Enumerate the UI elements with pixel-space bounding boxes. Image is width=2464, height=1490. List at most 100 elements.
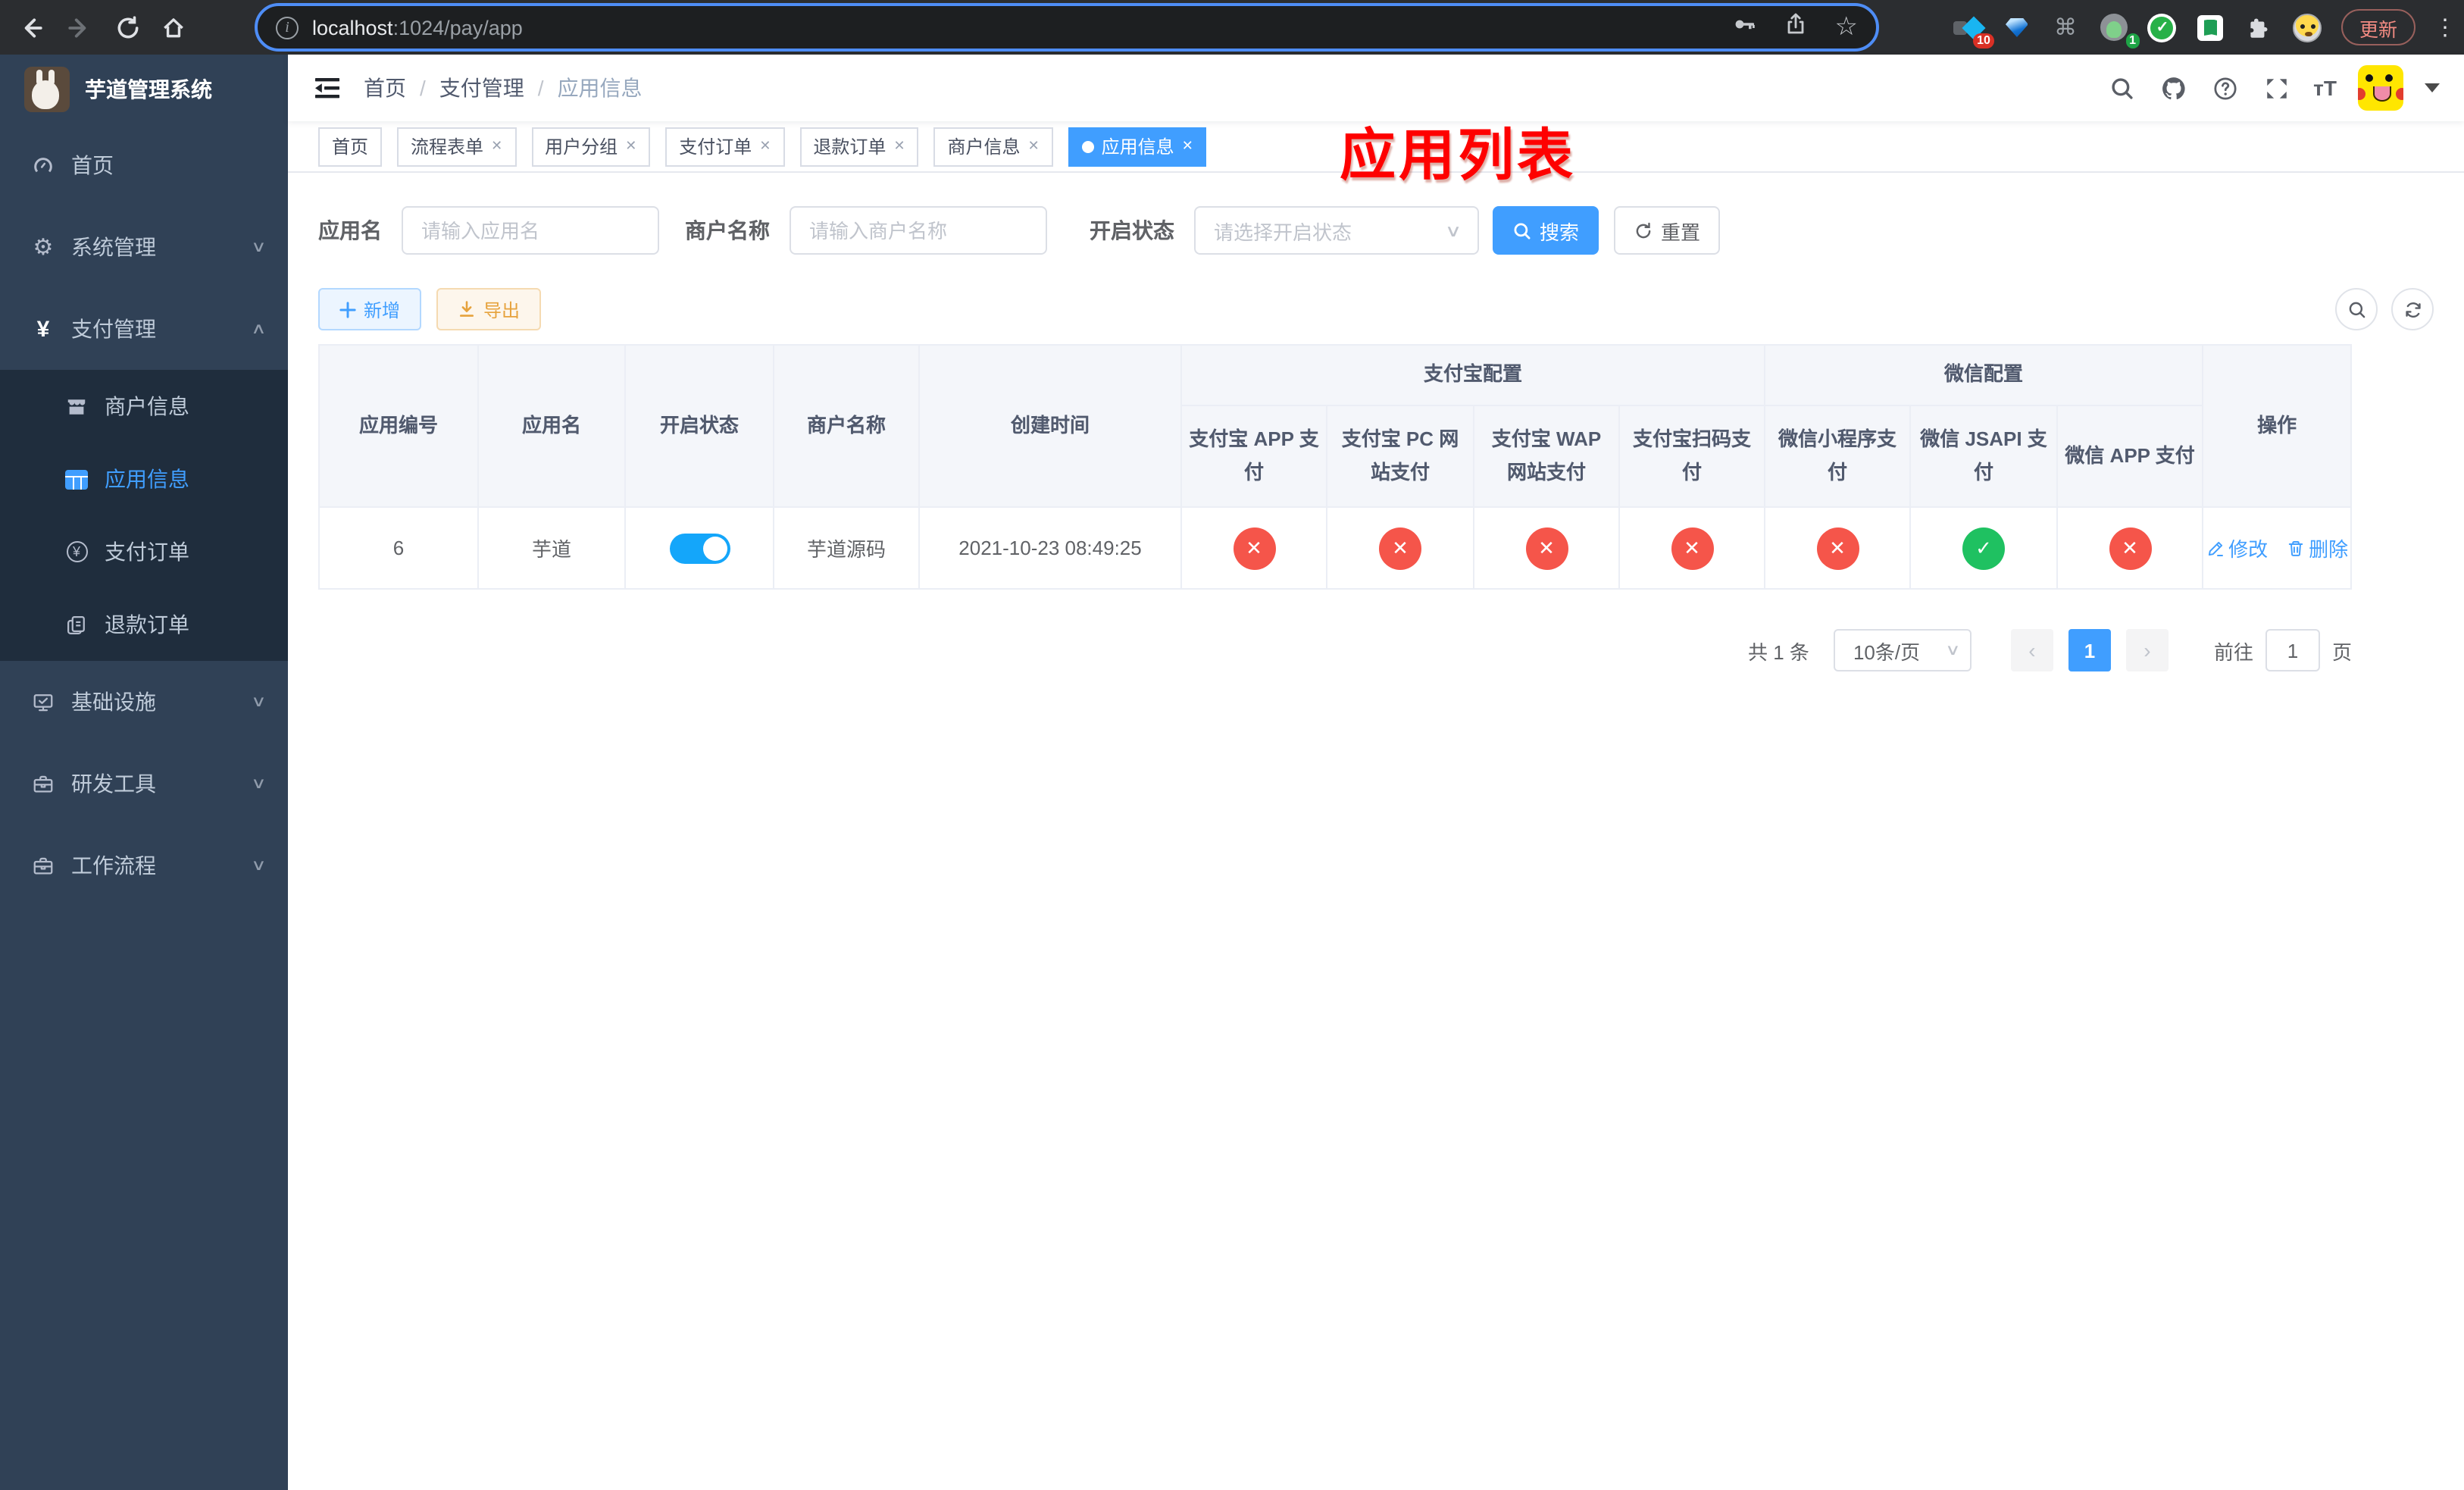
close-icon[interactable]: ✕ — [759, 138, 771, 155]
table-toolbar: 新增 导出 — [318, 288, 2434, 330]
extension-leaf-icon[interactable]: 1 — [2099, 12, 2140, 49]
app-title: 芋道管理系统 — [85, 77, 212, 102]
col-group-wechat: 微信配置 — [1764, 344, 2204, 406]
add-button-label: 新增 — [364, 299, 401, 321]
tab-user-group[interactable]: 用户分组 ✕ — [531, 127, 651, 166]
sidebar-item-label: 基础设施 — [71, 690, 156, 714]
alipay-pc-status-icon: ✕ — [1379, 527, 1421, 569]
sidebar-item-infrastructure[interactable]: 基础设施 ∨ — [0, 661, 288, 743]
page-number-1[interactable]: 1 — [2068, 629, 2111, 671]
extension-book-icon[interactable] — [2196, 12, 2226, 42]
prev-page-button[interactable]: ‹ — [2010, 629, 2053, 671]
tab-label: 应用信息 — [1101, 136, 1174, 158]
sidebar-item-pay-orders[interactable]: ¥ 支付订单 — [0, 515, 288, 588]
tab-label: 流程表单 — [411, 136, 484, 158]
sidebar-item-label: 支付订单 — [105, 540, 189, 564]
extension-check-icon[interactable]: ✓ — [2147, 12, 2178, 42]
close-icon[interactable]: ✕ — [491, 138, 502, 155]
delete-link[interactable]: 删除 — [2286, 534, 2348, 562]
refresh-button[interactable] — [2391, 288, 2434, 330]
col-status: 开启状态 — [624, 344, 774, 508]
browser-reload-icon[interactable] — [109, 9, 145, 45]
status-toggle[interactable] — [669, 533, 730, 563]
tab-label: 首页 — [332, 136, 369, 158]
merchant-name-input[interactable] — [790, 206, 1047, 255]
red-annotation-title: 应用列表 — [1340, 124, 1576, 186]
next-page-button[interactable]: › — [2125, 629, 2169, 671]
sidebar-item-payment[interactable]: ¥ 支付管理 ∧ — [0, 288, 288, 370]
sidebar-item-label: 首页 — [71, 153, 114, 177]
tab-pay-orders[interactable]: 支付订单 ✕ — [665, 127, 785, 166]
alipay-app-status-icon: ✕ — [1233, 527, 1275, 569]
sidebar-collapse-icon[interactable] — [312, 73, 342, 103]
header-search-icon[interactable] — [2107, 73, 2137, 103]
close-icon[interactable]: ✕ — [1028, 138, 1040, 155]
tab-app-info[interactable]: 应用信息 ✕ — [1068, 127, 1207, 166]
tab-merchant-info[interactable]: 商户信息 ✕ — [933, 127, 1053, 166]
extension-command-icon[interactable]: ⌘ — [2050, 12, 2081, 42]
goto-page-input[interactable] — [2265, 629, 2320, 671]
share-icon[interactable] — [1784, 11, 1808, 43]
tab-home[interactable]: 首页 — [318, 127, 383, 166]
browser-forward-icon[interactable] — [61, 9, 97, 45]
extension-gem-icon[interactable] — [2002, 12, 2032, 42]
close-icon[interactable]: ✕ — [893, 138, 905, 155]
browser-menu-icon[interactable]: ⋮ — [2434, 14, 2456, 41]
add-button[interactable]: 新增 — [318, 288, 422, 330]
sidebar: 芋道管理系统 首页 ⚙ 系统管理 ∨ ¥ 支付管理 ∧ 商户信息 应用信息 ¥ … — [0, 55, 288, 1490]
dashboard-icon — [30, 154, 56, 177]
sidebar-item-app-info[interactable]: 应用信息 — [0, 443, 288, 515]
sidebar-item-refund-orders[interactable]: 退款订单 — [0, 588, 288, 661]
reset-button[interactable]: 重置 — [1614, 206, 1720, 255]
sidebar-item-merchant-info[interactable]: 商户信息 — [0, 370, 288, 443]
browser-update-button[interactable]: 更新 — [2340, 9, 2416, 45]
export-button[interactable]: 导出 — [436, 288, 542, 330]
browser-back-icon[interactable] — [12, 9, 48, 45]
sidebar-item-dev-tools[interactable]: 研发工具 ∨ — [0, 743, 288, 825]
close-icon[interactable]: ✕ — [1182, 138, 1193, 155]
monitor-check-icon — [30, 690, 56, 713]
extension-badge: 10 — [1973, 33, 1994, 49]
github-icon[interactable] — [2159, 73, 2189, 103]
sidebar-item-label: 商户信息 — [105, 394, 189, 418]
status-select-placeholder: 请选择开启状态 — [1214, 221, 1352, 243]
col-merchant: 商户名称 — [773, 344, 920, 508]
col-group-alipay: 支付宝配置 — [1180, 344, 1766, 406]
tab-refund-orders[interactable]: 退款订单 ✕ — [799, 127, 919, 166]
sidebar-item-system[interactable]: ⚙ 系统管理 ∨ — [0, 206, 288, 288]
sidebar-item-workflow[interactable]: 工作流程 ∨ — [0, 825, 288, 906]
toggle-search-button[interactable] — [2335, 288, 2378, 330]
bookmark-star-icon[interactable]: ☆ — [1835, 12, 1859, 42]
edit-link-label: 修改 — [2228, 538, 2269, 561]
app-name-input[interactable] — [402, 206, 659, 255]
extensions-puzzle-icon[interactable] — [2244, 12, 2275, 42]
extension-badge: 1 — [2125, 33, 2140, 49]
extension-tabs-icon[interactable]: 10 — [1953, 12, 1994, 49]
site-info-icon[interactable]: i — [276, 16, 299, 39]
edit-link[interactable]: 修改 — [2206, 534, 2268, 562]
app-logo-row[interactable]: 芋道管理系统 — [0, 55, 288, 124]
col-alipay-wap: 支付宝 WAP 网站支付 — [1473, 405, 1620, 508]
address-bar[interactable]: i localhost:1024/pay/app ☆ — [255, 3, 1879, 52]
browser-home-icon[interactable] — [155, 9, 191, 45]
close-icon[interactable]: ✕ — [625, 138, 636, 155]
breadcrumb-home[interactable]: 首页 — [364, 73, 406, 103]
help-icon[interactable] — [2210, 73, 2240, 103]
sidebar-item-home[interactable]: 首页 — [0, 124, 288, 206]
tab-process-form[interactable]: 流程表单 ✕ — [397, 127, 517, 166]
breadcrumb-payment[interactable]: 支付管理 — [439, 73, 524, 103]
font-size-icon[interactable]: ᴛT — [2313, 76, 2337, 100]
reset-button-label: 重置 — [1660, 221, 1700, 243]
user-avatar[interactable] — [2358, 65, 2403, 111]
page-size-select[interactable]: 10条/页 ∨ — [1833, 629, 1972, 671]
status-select[interactable]: 请选择开启状态 ∨ — [1194, 206, 1479, 255]
search-button[interactable]: 搜索 — [1493, 206, 1599, 255]
url-text: localhost:1024/pay/app — [312, 16, 523, 39]
browser-profile-avatar[interactable] — [2293, 12, 2323, 42]
table-row: 6 芋道 芋道源码 2021-10-23 08:49:25 ✕ ✕ ✕ ✕ ✕ … — [318, 506, 2353, 590]
alipay-wap-status-icon: ✕ — [1525, 527, 1568, 569]
user-menu-caret-icon[interactable] — [2425, 83, 2440, 92]
app-name-label: 应用名 — [318, 218, 382, 243]
password-key-icon[interactable] — [1732, 11, 1756, 43]
fullscreen-icon[interactable] — [2262, 73, 2292, 103]
